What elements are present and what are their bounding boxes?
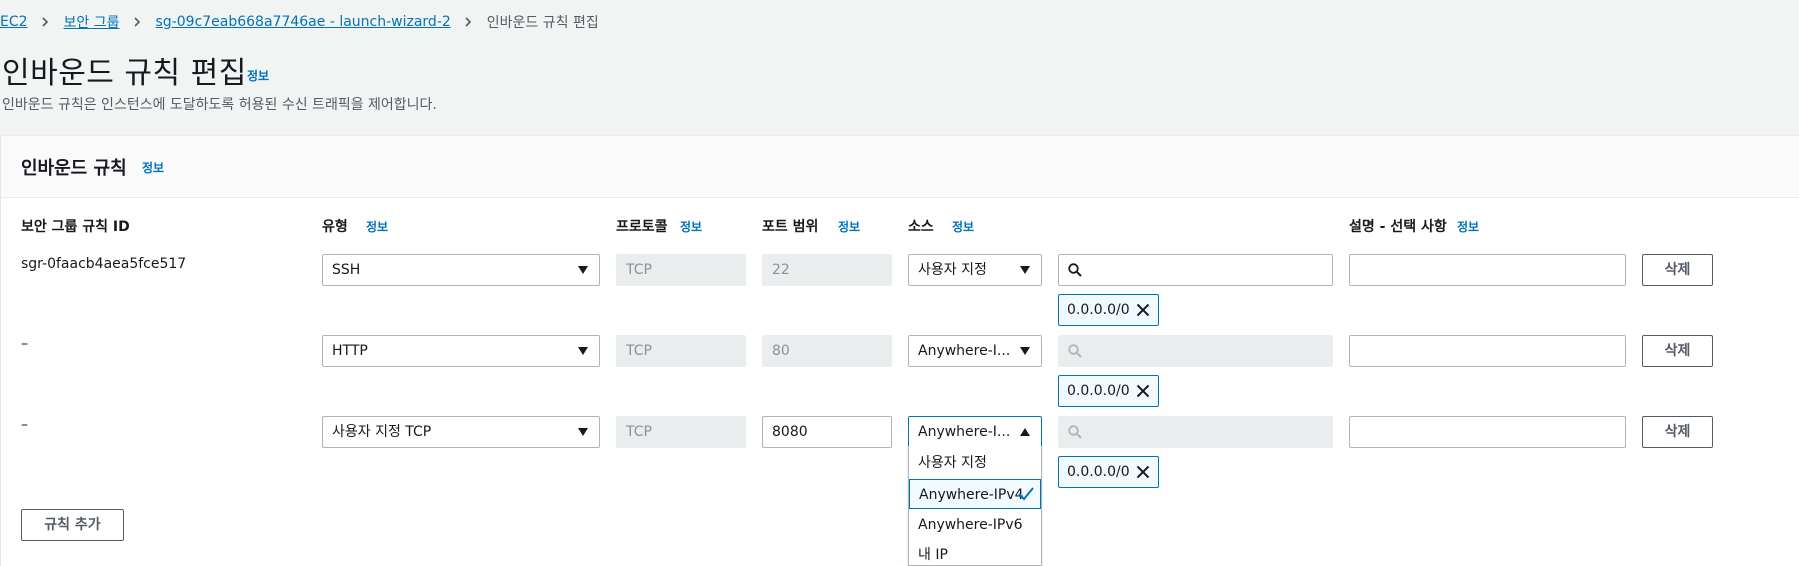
breadcrumb: EC2 보안 그룹 sg-09c7eab668a7746ae - launch-… [0, 10, 599, 34]
check-icon [1018, 487, 1034, 501]
rule-id: – [21, 336, 28, 352]
type-info-link[interactable]: 정보 [366, 218, 388, 235]
cidr-token-label: 0.0.0.0/0 [1067, 464, 1130, 480]
source-select-value: Anywhere-I... [918, 424, 1011, 440]
description-input[interactable] [1349, 416, 1626, 448]
col-rule-id: 보안 그룹 규칙 ID [21, 219, 130, 235]
port-input[interactable]: 8080 [762, 416, 892, 448]
panel-header: 인바운드 규칙 정보 [1, 136, 1799, 198]
cidr-token: 0.0.0.0/0 [1058, 294, 1159, 326]
source-select[interactable]: Anywhere-I... [908, 335, 1042, 367]
col-port-range: 포트 범위 [762, 219, 819, 235]
description-info-link[interactable]: 정보 [1457, 218, 1479, 235]
chevron-right-icon [463, 17, 473, 27]
source-select[interactable]: 사용자 지정 [908, 254, 1042, 286]
rule-id: – [21, 417, 28, 433]
close-icon[interactable] [1136, 465, 1150, 479]
col-type: 유형 [322, 219, 348, 235]
delete-button[interactable]: 삭제 [1642, 335, 1713, 367]
type-select[interactable]: SSH [322, 254, 600, 286]
source-select-value: 사용자 지정 [918, 262, 987, 278]
cidr-search-input[interactable] [1058, 254, 1333, 286]
cidr-token: 0.0.0.0/0 [1058, 375, 1159, 407]
cidr-token-label: 0.0.0.0/0 [1067, 383, 1130, 399]
search-icon [1068, 263, 1082, 277]
cidr-token-label: 0.0.0.0/0 [1067, 302, 1130, 318]
protocol-info-link[interactable]: 정보 [680, 218, 702, 235]
type-select[interactable]: 사용자 지정 TCP [322, 416, 600, 448]
close-icon[interactable] [1136, 384, 1150, 398]
page-description: 인바운드 규칙은 인스턴스에 도달하도록 허용된 수신 트래픽을 제어합니다. [2, 97, 437, 113]
delete-button[interactable]: 삭제 [1642, 416, 1713, 448]
port-field: 22 [762, 254, 892, 286]
chevron-right-icon [132, 17, 142, 27]
search-icon [1068, 425, 1082, 439]
caret-down-icon [577, 265, 589, 275]
rule-id: sgr-0faacb4aea5fce517 [21, 256, 187, 272]
caret-down-icon [577, 427, 589, 437]
type-select-value: 사용자 지정 TCP [332, 424, 432, 440]
type-select-value: HTTP [332, 343, 368, 359]
page-info-link[interactable]: 정보 [247, 67, 269, 84]
source-dropdown: 사용자 지정 Anywhere-IPv4 Anywhere-IPv6 내 IP [908, 446, 1042, 566]
description-input[interactable] [1349, 335, 1626, 367]
dropdown-option-my-ip[interactable]: 내 IP [909, 540, 1041, 565]
breadcrumb-current: 인바운드 규칙 편집 [486, 15, 599, 31]
add-rule-button[interactable]: 규칙 추가 [21, 509, 124, 541]
type-select-value: SSH [332, 262, 361, 278]
caret-up-icon [1019, 427, 1031, 437]
col-source: 소스 [908, 219, 934, 235]
col-protocol: 프로토콜 [616, 219, 668, 235]
type-select[interactable]: HTTP [322, 335, 600, 367]
protocol-field: TCP [616, 416, 746, 448]
source-select-value: Anywhere-I... [918, 343, 1011, 359]
source-select[interactable]: Anywhere-I... [908, 416, 1042, 448]
breadcrumb-ec2[interactable]: EC2 [0, 14, 28, 30]
source-info-link[interactable]: 정보 [952, 218, 974, 235]
panel-title: 인바운드 규칙 [21, 158, 127, 179]
caret-down-icon [1019, 265, 1031, 275]
search-icon [1068, 344, 1082, 358]
col-description: 설명 - 선택 사항 [1349, 219, 1447, 235]
chevron-right-icon [40, 17, 50, 27]
port-field: 80 [762, 335, 892, 367]
breadcrumb-security-groups[interactable]: 보안 그룹 [64, 12, 120, 32]
protocol-field: TCP [616, 335, 746, 367]
caret-down-icon [577, 346, 589, 356]
protocol-field: TCP [616, 254, 746, 286]
description-input[interactable] [1349, 254, 1626, 286]
page-title: 인바운드 규칙 편집 [2, 56, 247, 91]
dropdown-option-label: Anywhere-IPv4 [919, 487, 1024, 503]
close-icon[interactable] [1136, 303, 1150, 317]
delete-button[interactable]: 삭제 [1642, 254, 1713, 286]
cidr-search-input [1058, 335, 1333, 367]
cidr-search-input [1058, 416, 1333, 448]
panel-info-link[interactable]: 정보 [142, 159, 164, 176]
caret-down-icon [1019, 346, 1031, 356]
cidr-token: 0.0.0.0/0 [1058, 456, 1159, 488]
port-info-link[interactable]: 정보 [838, 218, 860, 235]
dropdown-option-custom[interactable]: 사용자 지정 [909, 448, 1041, 478]
breadcrumb-security-group[interactable]: sg-09c7eab668a7746ae - launch-wizard-2 [156, 14, 451, 30]
dropdown-option-anywhere-ipv4[interactable]: Anywhere-IPv4 [909, 479, 1041, 509]
dropdown-option-anywhere-ipv6[interactable]: Anywhere-IPv6 [909, 510, 1041, 540]
